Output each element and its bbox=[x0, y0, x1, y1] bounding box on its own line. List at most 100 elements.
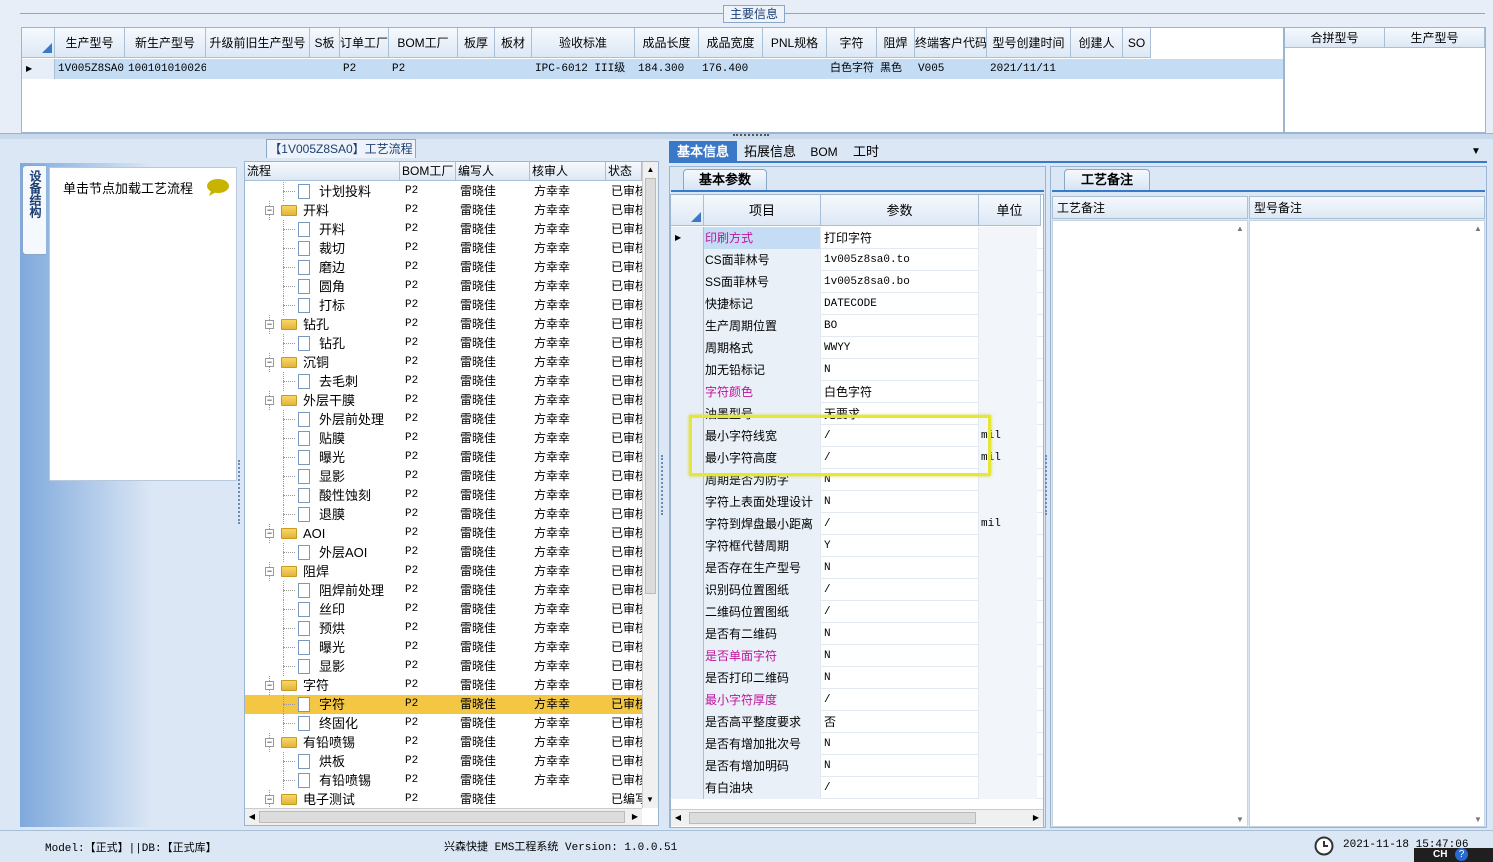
tree-row[interactable]: 有铅喷锡 P2 雷晓佳 方幸幸 已审核 bbox=[245, 771, 642, 790]
tree-node-label[interactable]: 沉铜 bbox=[303, 353, 400, 372]
param-row[interactable]: 是否单面字符 N bbox=[671, 645, 1043, 667]
tree-node-label[interactable]: 有铅喷锡 bbox=[303, 733, 400, 752]
tree-row[interactable]: − 阻焊 P2 雷晓佳 方幸幸 已审核 bbox=[245, 562, 642, 581]
main-col-header-0[interactable]: 生产型号 bbox=[55, 28, 125, 58]
right-splitter[interactable] bbox=[1045, 455, 1049, 515]
expand-collapse-icon[interactable]: − bbox=[265, 396, 274, 405]
tree-node-label[interactable]: 终固化 bbox=[319, 714, 400, 733]
tree-row[interactable]: 显影 P2 雷晓佳 方幸幸 已审核 bbox=[245, 467, 642, 486]
tab-work-hours[interactable]: 工时 bbox=[848, 141, 884, 163]
tree-node-label[interactable]: 外层前处理 bbox=[319, 410, 400, 429]
param-row[interactable]: ▶ 印刷方式 打印字符 bbox=[671, 227, 1043, 249]
main-cell-13[interactable]: 黑色 bbox=[877, 59, 915, 79]
tree-node-label[interactable]: 显影 bbox=[319, 657, 400, 676]
param-value-field[interactable]: / bbox=[821, 689, 979, 711]
tree-node-label[interactable]: 开料 bbox=[319, 220, 400, 239]
tree-row[interactable]: − 开料 P2 雷晓佳 方幸幸 已审核 bbox=[245, 201, 642, 220]
param-col-header-2[interactable]: 单位 bbox=[979, 195, 1041, 226]
tree-row[interactable]: 磨边 P2 雷晓佳 方幸幸 已审核 bbox=[245, 258, 642, 277]
tree-node-label[interactable]: 字符 bbox=[303, 676, 400, 695]
main-col-header-16[interactable]: 创建人 bbox=[1071, 28, 1123, 58]
main-cell-0[interactable]: 1V005Z8SA0 bbox=[55, 59, 125, 79]
main-cell-12[interactable]: 白色字符 bbox=[827, 59, 877, 79]
tree-row[interactable]: 打标 P2 雷晓佳 方幸幸 已审核 bbox=[245, 296, 642, 315]
tree-node-label[interactable]: 裁切 bbox=[319, 239, 400, 258]
param-value-field[interactable]: 否 bbox=[821, 711, 979, 733]
expand-collapse-icon[interactable]: − bbox=[265, 567, 274, 576]
main-col-header-9[interactable]: 成品长度 bbox=[635, 28, 699, 58]
tree-row[interactable]: 曝光 P2 雷晓佳 方幸幸 已审核 bbox=[245, 638, 642, 657]
model-notes-textarea[interactable] bbox=[1249, 220, 1485, 827]
param-value-field[interactable]: N bbox=[821, 733, 979, 755]
main-col-header-5[interactable]: BOM工厂 bbox=[389, 28, 458, 58]
tree-row[interactable]: 退膜 P2 雷晓佳 方幸幸 已审核 bbox=[245, 505, 642, 524]
tree-node-label[interactable]: 有铅喷锡 bbox=[319, 771, 400, 790]
process-tree-hscrollbar[interactable]: ◀ ▶ bbox=[245, 808, 642, 825]
params-hscrollbar[interactable]: ◀ ▶ bbox=[671, 809, 1043, 826]
tree-node-label[interactable]: 烘板 bbox=[319, 752, 400, 771]
params-scroll-right-icon[interactable]: ▶ bbox=[1029, 810, 1043, 826]
tree-node-label[interactable]: 曝光 bbox=[319, 448, 400, 467]
param-value-field[interactable]: / bbox=[821, 579, 979, 601]
tree-node-label[interactable]: 磨边 bbox=[319, 258, 400, 277]
scroll-left-arrow-icon[interactable]: ◀ bbox=[245, 809, 259, 825]
process-tree-vscrollbar[interactable]: ▲ ▼ bbox=[642, 162, 658, 808]
param-value-field[interactable]: N bbox=[821, 623, 979, 645]
tree-node-label[interactable]: 外层AOI bbox=[319, 543, 400, 562]
param-value-field[interactable]: N bbox=[821, 755, 979, 777]
tree-row[interactable]: 烘板 P2 雷晓佳 方幸幸 已审核 bbox=[245, 752, 642, 771]
model-notes-scroll-down-icon[interactable]: ▼ bbox=[1474, 815, 1482, 824]
tree-row[interactable]: − 电子测试 P2 雷晓佳 已编写 bbox=[245, 790, 642, 809]
main-cell-8[interactable]: IPC-6012 III级 bbox=[532, 59, 635, 79]
tree-node-label[interactable]: AOI bbox=[303, 524, 400, 543]
tree-row[interactable]: 显影 P2 雷晓佳 方幸幸 已审核 bbox=[245, 657, 642, 676]
param-col-header-1[interactable]: 参数 bbox=[821, 195, 979, 226]
param-row[interactable]: 是否有二维码 N bbox=[671, 623, 1043, 645]
tree-row[interactable]: 终固化 P2 雷晓佳 方幸幸 已审核 bbox=[245, 714, 642, 733]
main-cell-4[interactable]: P2 bbox=[340, 59, 389, 79]
param-value-field[interactable]: N bbox=[821, 645, 979, 667]
main-cell-5[interactable]: P2 bbox=[389, 59, 458, 79]
main-col-header-8[interactable]: 验收标准 bbox=[532, 28, 635, 58]
tab-extended-info[interactable]: 拓展信息 bbox=[741, 141, 799, 163]
param-row[interactable]: 二维码位置图纸 / bbox=[671, 601, 1043, 623]
tree-node-label[interactable]: 显影 bbox=[319, 467, 400, 486]
tree-row[interactable]: 字符 P2 雷晓佳 方幸幸 已审核 bbox=[245, 695, 642, 714]
tree-row[interactable]: 外层AOI P2 雷晓佳 方幸幸 已审核 bbox=[245, 543, 642, 562]
param-row[interactable]: CS面菲林号 1v005z8sa0.to bbox=[671, 249, 1043, 271]
main-cell-14[interactable]: V005 bbox=[915, 59, 987, 79]
param-value-field[interactable]: 1v005z8sa0.bo bbox=[821, 271, 979, 293]
param-value-field[interactable]: DATECODE bbox=[821, 293, 979, 315]
tree-node-label[interactable]: 酸性蚀刻 bbox=[319, 486, 400, 505]
tree-node-label[interactable]: 去毛刺 bbox=[319, 372, 400, 391]
param-row[interactable]: 字符颜色 白色字符 bbox=[671, 381, 1043, 403]
process-notes-scroll-down-icon[interactable]: ▼ bbox=[1236, 815, 1244, 824]
main-col-header-14[interactable]: 终端客户代码 bbox=[915, 28, 987, 58]
process-notes-textarea[interactable] bbox=[1052, 220, 1248, 827]
tree-row[interactable]: 圆角 P2 雷晓佳 方幸幸 已审核 bbox=[245, 277, 642, 296]
main-cell-6[interactable] bbox=[458, 59, 495, 79]
param-row[interactable]: 周期格式 WWYY bbox=[671, 337, 1043, 359]
expand-collapse-icon[interactable]: − bbox=[265, 738, 274, 747]
param-value-field[interactable]: BO bbox=[821, 315, 979, 337]
tree-row[interactable]: − 外层干膜 P2 雷晓佳 方幸幸 已审核 bbox=[245, 391, 642, 410]
tab-basic-info[interactable]: 基本信息 bbox=[669, 141, 737, 163]
param-row[interactable]: 是否存在生产型号 N bbox=[671, 557, 1043, 579]
param-value-field[interactable]: WWYY bbox=[821, 337, 979, 359]
tree-row[interactable]: − 有铅喷锡 P2 雷晓佳 方幸幸 已审核 bbox=[245, 733, 642, 752]
main-cell-9[interactable]: 184.300 bbox=[635, 59, 699, 79]
param-value-field[interactable]: / bbox=[821, 513, 979, 535]
main-col-header-2[interactable]: 升级前旧生产型号 bbox=[206, 28, 310, 58]
main-col-header-15[interactable]: 型号创建时间 bbox=[987, 28, 1071, 58]
param-row[interactable]: 加无铅标记 N bbox=[671, 359, 1043, 381]
scroll-down-arrow-icon[interactable]: ▼ bbox=[643, 792, 657, 808]
splitter-grip[interactable] bbox=[733, 134, 769, 137]
scroll-up-arrow-icon[interactable]: ▲ bbox=[643, 162, 658, 178]
tree-row[interactable]: 外层前处理 P2 雷晓佳 方幸幸 已审核 bbox=[245, 410, 642, 429]
tree-node-label[interactable]: 圆角 bbox=[319, 277, 400, 296]
tree-row[interactable]: 开料 P2 雷晓佳 方幸幸 已审核 bbox=[245, 220, 642, 239]
param-value-field[interactable]: / bbox=[821, 601, 979, 623]
main-col-header-11[interactable]: PNL规格 bbox=[763, 28, 827, 58]
main-col-header-7[interactable]: 板材 bbox=[495, 28, 532, 58]
param-row[interactable]: 有白油块 / bbox=[671, 777, 1043, 799]
